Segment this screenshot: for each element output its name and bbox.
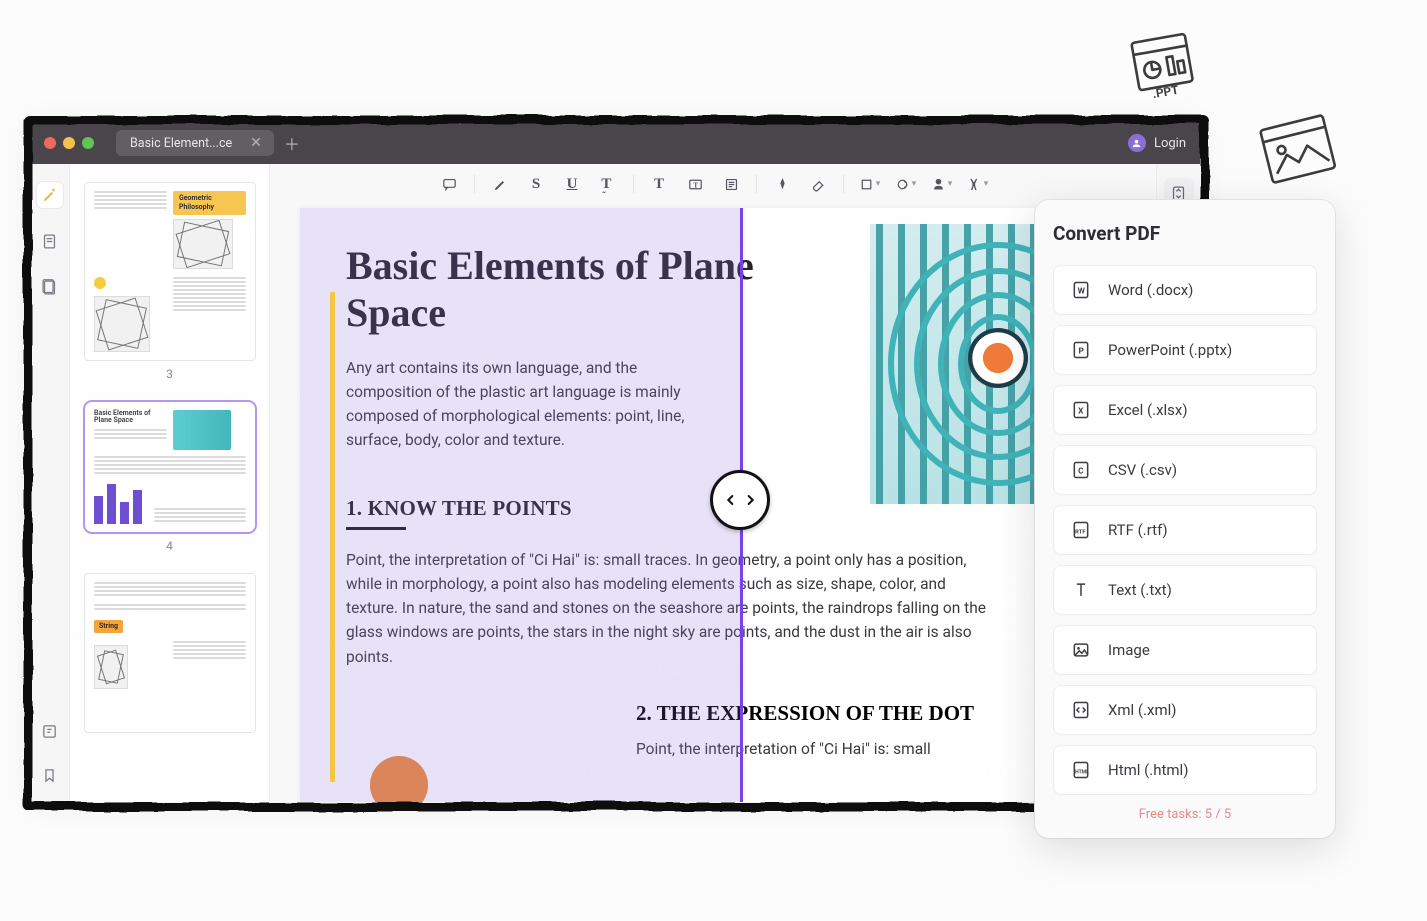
svg-text:.PPT: .PPT (1151, 83, 1180, 101)
close-window-icon[interactable] (44, 137, 56, 149)
highlighter-tool-icon[interactable] (37, 182, 63, 208)
window-controls[interactable] (44, 137, 94, 149)
xml-icon (1070, 699, 1092, 721)
txt-icon (1070, 579, 1092, 601)
thumb-4-number: 4 (84, 539, 255, 553)
page-title: Basic Elements of Plane Space (346, 242, 776, 336)
convert-option-rtf[interactable]: RTF RTF (.rtf) (1053, 505, 1317, 555)
stamp-tool-icon[interactable]: ▾ (890, 171, 920, 197)
new-tab-button[interactable]: ＋ (284, 131, 300, 155)
section-2-body: Point, the interpretation of "Ci Hai" is… (636, 740, 1088, 758)
svg-text:HTML: HTML (1075, 769, 1089, 775)
text-tool-icon[interactable]: T (644, 171, 674, 197)
svg-text:P: P (1079, 346, 1085, 356)
thumbnails-pane: Geometric Philosophy 3 (70, 164, 270, 802)
convert-option-ppt[interactable]: P PowerPoint (.pptx) (1053, 325, 1317, 375)
xls-icon: X (1070, 399, 1092, 421)
editor-toolbar: S U T˷ T T ▾ ▾ ▾ ▾ (270, 164, 1156, 204)
squiggly-tool-icon[interactable]: T˷ (593, 171, 623, 197)
thumbnail-page-3[interactable]: Geometric Philosophy (84, 182, 256, 361)
heading-rule (346, 527, 406, 530)
image-doodle-icon (1255, 110, 1340, 190)
section-1-body: Point, the interpretation of "Ci Hai" is… (346, 548, 986, 668)
section-2-heading: 2. THE EXPRESSION OF THE DOT (636, 701, 1088, 726)
convert-option-label: Excel (.xlsx) (1108, 401, 1188, 419)
thumb-4-title: Basic Elements of Plane Space (94, 410, 167, 425)
free-tasks-label: Free tasks: 5 / 5 (1053, 807, 1317, 822)
document-tab[interactable]: Basic Element...ce ✕ (116, 130, 274, 156)
convert-option-label: CSV (.csv) (1108, 461, 1177, 479)
eraser-tool-icon[interactable] (803, 171, 833, 197)
ocr-slider-handle[interactable] (710, 470, 770, 530)
tab-label: Basic Element...ce (130, 136, 232, 151)
svg-text:RTF: RTF (1075, 529, 1086, 535)
bookmark-tool-icon[interactable] (37, 762, 63, 788)
highlight-tool-icon[interactable] (485, 171, 515, 197)
svg-text:C: C (1078, 466, 1084, 476)
page-accent-bar (330, 292, 335, 782)
convert-option-csv[interactable]: C CSV (.csv) (1053, 445, 1317, 495)
left-rail (30, 164, 70, 802)
pdf-app-window: Basic Element...ce ✕ ＋ Login (30, 122, 1200, 802)
ppt-doodle-icon: .PPT (1122, 26, 1203, 107)
convert-option-label: Html (.html) (1108, 761, 1188, 779)
pen-tool-icon[interactable] (767, 171, 797, 197)
convert-option-label: Image (1108, 641, 1150, 659)
img-icon (1070, 639, 1092, 661)
thumb-3-number: 3 (84, 367, 255, 381)
shape-tool-icon[interactable]: ▾ (854, 171, 884, 197)
login-button[interactable]: Login (1128, 134, 1186, 152)
comment-tool-icon[interactable] (434, 171, 464, 197)
thumb-3-title: Geometric Philosophy (173, 191, 246, 215)
convert-option-img[interactable]: Image (1053, 625, 1317, 675)
convert-option-xml[interactable]: Xml (.xml) (1053, 685, 1317, 735)
convert-option-word[interactable]: W Word (.docx) (1053, 265, 1317, 315)
thumb-5-pill: String (94, 620, 123, 633)
word-icon: W (1070, 279, 1092, 301)
convert-pdf-panel: Convert PDF W Word (.docx) P PowerPoint (.p… (1035, 200, 1335, 838)
thumbnail-page-5[interactable]: String (84, 573, 256, 733)
signature-tool-icon[interactable]: ▾ (926, 171, 956, 197)
page-tool-icon[interactable] (37, 228, 63, 254)
convert-option-label: Xml (.xml) (1108, 701, 1176, 719)
convert-option-html[interactable]: HTML Html (.html) (1053, 745, 1317, 795)
minimize-window-icon[interactable] (63, 137, 75, 149)
maximize-window-icon[interactable] (82, 137, 94, 149)
login-label: Login (1154, 136, 1186, 151)
note-tool-icon[interactable] (716, 171, 746, 197)
ppt-icon: P (1070, 339, 1092, 361)
close-tab-icon[interactable]: ✕ (250, 135, 262, 151)
ocr-tool-icon[interactable] (37, 718, 63, 744)
convert-option-xls[interactable]: X Excel (.xlsx) (1053, 385, 1317, 435)
csv-icon: C (1070, 459, 1092, 481)
decorative-dot-icon (370, 756, 428, 802)
rtf-icon: RTF (1070, 519, 1092, 541)
thumbnail-page-4[interactable]: Basic Elements of Plane Space (84, 401, 256, 533)
attachments-tool-icon[interactable] (37, 274, 63, 300)
page-intro: Any art contains its own language, and t… (346, 356, 706, 452)
strikethrough-tool-icon[interactable]: S (521, 171, 551, 197)
convert-option-label: Word (.docx) (1108, 281, 1193, 299)
titlebar: Basic Element...ce ✕ ＋ Login (30, 122, 1200, 164)
document-canvas: S U T˷ T T ▾ ▾ ▾ ▾ (270, 164, 1156, 802)
svg-text:T: T (693, 181, 698, 189)
convert-panel-title: Convert PDF (1053, 222, 1317, 245)
underline-tool-icon[interactable]: U (557, 171, 587, 197)
convert-option-label: RTF (.rtf) (1108, 521, 1168, 539)
convert-option-label: Text (.txt) (1108, 581, 1172, 599)
svg-text:W: W (1078, 286, 1086, 296)
textbox-tool-icon[interactable]: T (680, 171, 710, 197)
convert-option-txt[interactable]: Text (.txt) (1053, 565, 1317, 615)
convert-option-label: PowerPoint (.pptx) (1108, 341, 1232, 359)
html-icon: HTML (1070, 759, 1092, 781)
svg-text:X: X (1078, 406, 1084, 416)
redact-tool-icon[interactable]: ▾ (962, 171, 992, 197)
user-icon (1128, 134, 1146, 152)
